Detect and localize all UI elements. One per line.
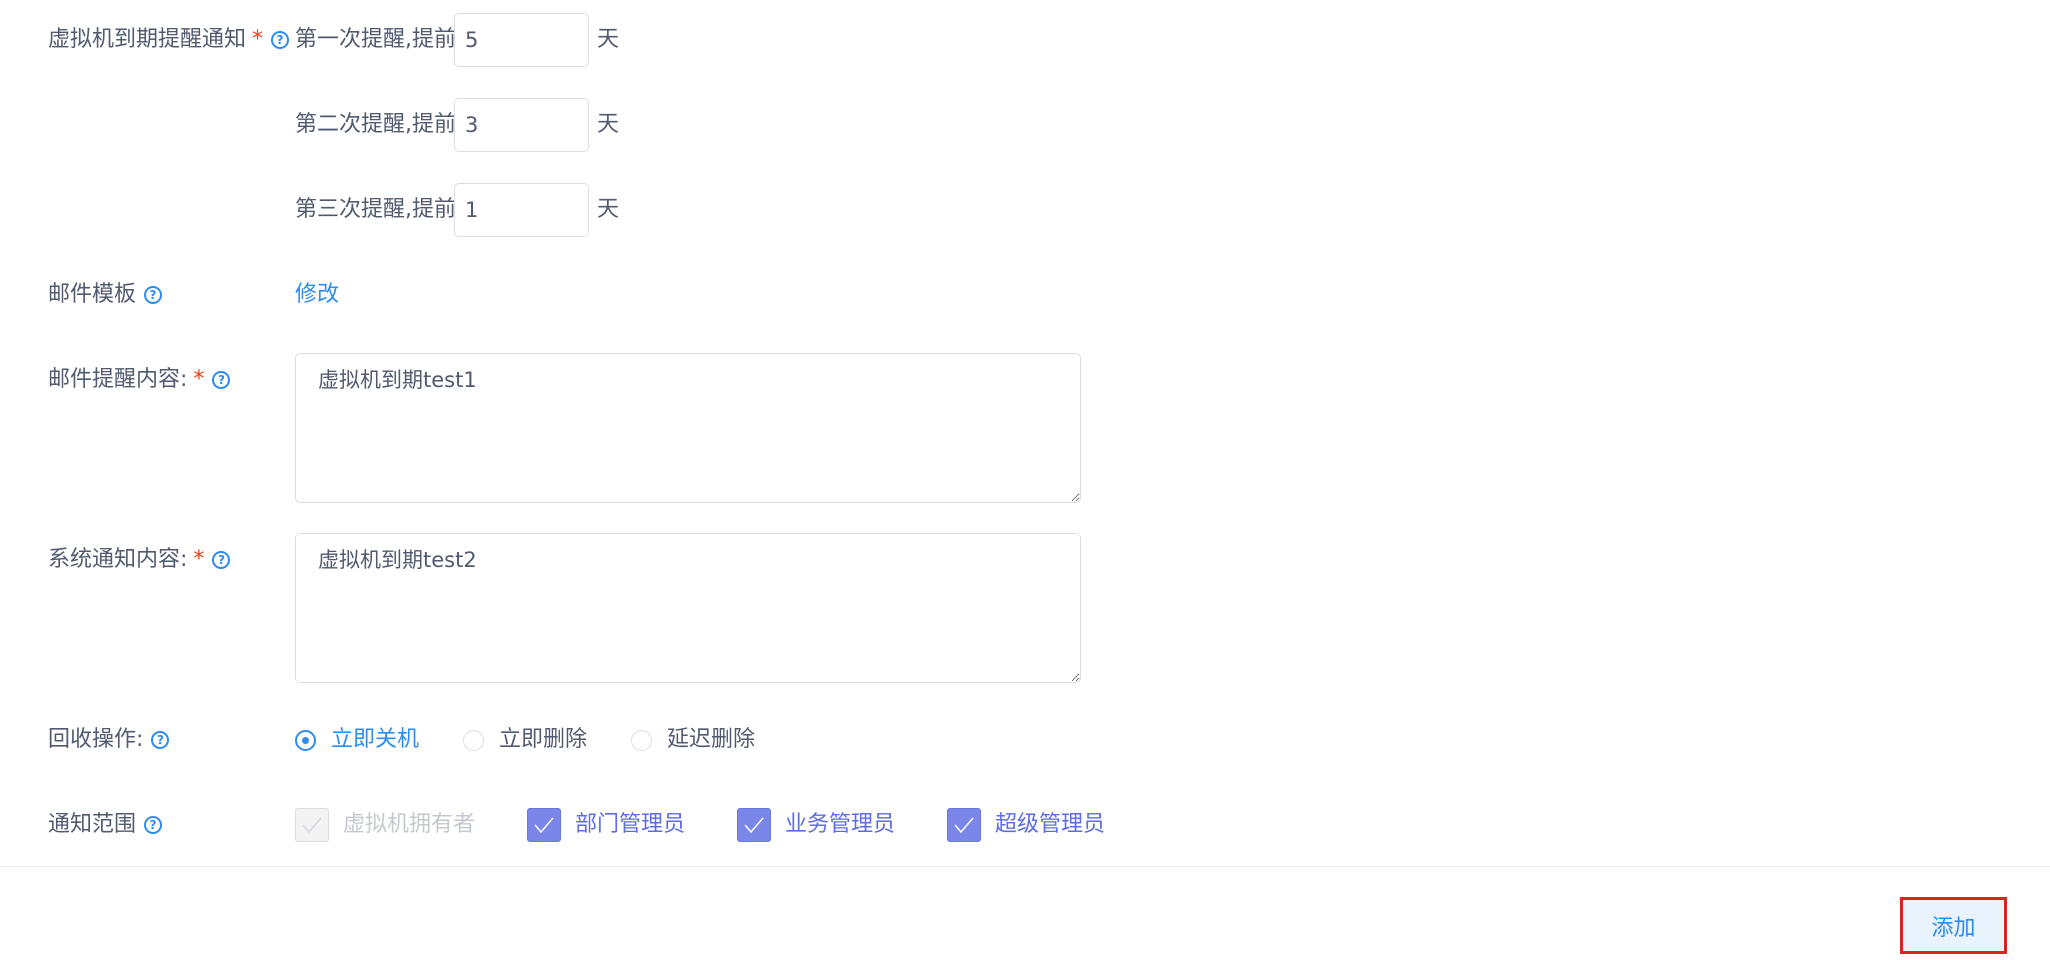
- help-icon[interactable]: ?: [144, 286, 163, 304]
- expiry-notice-label-text: 虚拟机到期提醒通知: [48, 27, 247, 52]
- checkbox-super-admin[interactable]: 超级管理员: [947, 808, 1105, 842]
- checkbox-label: 业务管理员: [785, 812, 896, 837]
- notify-scope-label: 通知范围?: [48, 810, 163, 840]
- checkbox-vm-owner: 虚拟机拥有者: [295, 808, 475, 842]
- recycle-radio-group: 立即关机 立即删除 延迟删除: [295, 725, 799, 755]
- edit-template-link[interactable]: 修改: [295, 280, 339, 310]
- reminder-2-unit: 天: [597, 112, 620, 137]
- mail-content-textarea[interactable]: 虚拟机到期test1: [295, 353, 1081, 503]
- recycle-label-text: 回收操作:: [48, 727, 144, 752]
- radio-label: 立即关机: [331, 727, 420, 752]
- radio-shutdown-now[interactable]: 立即关机: [295, 725, 419, 755]
- required-mark: *: [193, 547, 205, 572]
- reminder-3-days-input[interactable]: [454, 183, 589, 237]
- checkbox-checked-box[interactable]: [737, 808, 772, 842]
- help-icon[interactable]: ?: [271, 31, 290, 49]
- checkbox-checked-box[interactable]: [947, 808, 982, 842]
- notify-scope-label-text: 通知范围: [48, 812, 137, 837]
- reminder-1-unit: 天: [597, 27, 620, 52]
- recycle-label: 回收操作:?: [48, 725, 170, 755]
- checkbox-disabled-box: [295, 808, 329, 842]
- radio-delete-now[interactable]: 立即删除: [463, 725, 587, 755]
- reminder-3-prefix: 第三次提醒,提前: [295, 197, 456, 222]
- checkbox-business-admin[interactable]: 业务管理员: [737, 808, 895, 842]
- system-content-label: 系统通知内容: *?: [48, 545, 231, 575]
- add-button[interactable]: 添加: [1900, 897, 2007, 954]
- reminder-2-days-input[interactable]: [454, 98, 589, 152]
- checkmark-icon: [534, 817, 554, 834]
- required-mark: *: [252, 27, 264, 52]
- radio-unselected-icon[interactable]: [631, 729, 653, 751]
- footer-divider: [0, 866, 2050, 867]
- reminder-2-prefix: 第二次提醒,提前: [295, 112, 456, 137]
- checkbox-label: 超级管理员: [995, 812, 1106, 837]
- checkbox-label: 虚拟机拥有者: [343, 812, 476, 837]
- reminder-1-days-input[interactable]: [454, 13, 589, 67]
- mail-template-label-text: 邮件模板: [48, 282, 137, 307]
- mail-template-label: 邮件模板?: [48, 280, 163, 310]
- radio-label: 延迟删除: [667, 727, 756, 752]
- checkmark-icon: [954, 817, 974, 834]
- system-content-textarea[interactable]: 虚拟机到期test2: [295, 533, 1081, 683]
- radio-delay-delete[interactable]: 延迟删除: [631, 725, 755, 755]
- help-icon[interactable]: ?: [144, 816, 163, 834]
- required-mark: *: [193, 367, 205, 392]
- checkbox-label: 部门管理员: [575, 812, 686, 837]
- reminder-1-prefix: 第一次提醒,提前: [295, 27, 456, 52]
- help-icon[interactable]: ?: [151, 731, 170, 749]
- help-icon[interactable]: ?: [212, 551, 231, 569]
- notify-scope-checkbox-group: 虚拟机拥有者 部门管理员 业务管理员 超级管理员: [295, 808, 1157, 842]
- checkmark-icon: [302, 817, 322, 834]
- radio-selected-icon[interactable]: [295, 729, 316, 751]
- mail-content-label: 邮件提醒内容: *?: [48, 365, 231, 395]
- checkbox-checked-box[interactable]: [527, 808, 562, 842]
- reminder-3-unit: 天: [597, 197, 620, 222]
- checkmark-icon: [744, 817, 764, 834]
- radio-label: 立即删除: [499, 727, 588, 752]
- system-content-label-text: 系统通知内容:: [48, 547, 188, 572]
- checkbox-dept-admin[interactable]: 部门管理员: [527, 808, 685, 842]
- help-icon[interactable]: ?: [212, 371, 231, 389]
- expiry-notice-label: 虚拟机到期提醒通知 *?: [48, 25, 290, 55]
- radio-unselected-icon[interactable]: [463, 729, 485, 751]
- mail-content-label-text: 邮件提醒内容:: [48, 367, 188, 392]
